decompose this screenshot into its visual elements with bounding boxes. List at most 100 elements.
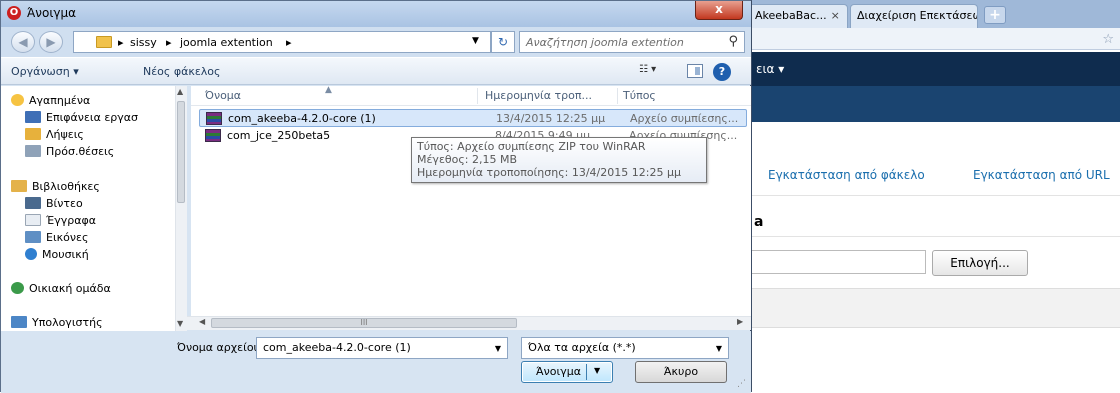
- scroll-left-icon[interactable]: ◀: [199, 317, 205, 326]
- browse-button[interactable]: Επιλογή...: [932, 250, 1028, 276]
- winrar-archive-icon: [206, 112, 222, 125]
- sidebar-item-desktop[interactable]: Επιφάνεια εργασ: [25, 111, 138, 127]
- breadcrumb-separator-icon[interactable]: ▸: [118, 36, 124, 49]
- sidebar-item-video[interactable]: Βίντεο: [25, 197, 83, 213]
- new-tab-button[interactable]: +: [984, 6, 1006, 24]
- file-tooltip: Τύπος: Αρχείο συμπίεσης ZIP του WinRAR Μ…: [411, 137, 707, 183]
- form-footer: [746, 288, 1120, 328]
- forward-button[interactable]: ▶: [39, 31, 63, 53]
- chevron-down-icon[interactable]: ▼: [495, 344, 501, 353]
- folder-icon: [96, 36, 112, 48]
- breadcrumb-separator-icon[interactable]: ▸: [286, 36, 292, 49]
- sidebar-item-label: Βιβλιοθήκες: [32, 180, 100, 193]
- column-divider[interactable]: [617, 88, 618, 104]
- breadcrumb-item[interactable]: joomla extention: [180, 36, 273, 49]
- section-heading: a: [754, 214, 764, 230]
- browser-address-bar[interactable]: [746, 28, 1120, 50]
- search-input[interactable]: Αναζήτηση joomla extention ⚲: [519, 31, 745, 53]
- new-folder-button[interactable]: Νέος φάκελος: [143, 65, 221, 78]
- sidebar-item-label: Μουσική: [42, 248, 89, 261]
- open-button[interactable]: Άνοιγμα ▼: [521, 361, 613, 383]
- sidebar-item-label: Λήψεις: [46, 128, 84, 141]
- pictures-icon: [25, 231, 41, 243]
- dialog-title: Άνοιγμα: [27, 6, 77, 20]
- browser-tab-extensions[interactable]: Διαχείριση Επεκτάσεω...×: [850, 4, 978, 28]
- filename-input[interactable]: com_akeeba-4.2.0-core (1) ▼: [256, 337, 508, 359]
- sidebar-item-homegroup[interactable]: Οικιακή ομάδα: [11, 282, 111, 298]
- back-button[interactable]: ◀: [11, 31, 35, 53]
- tab-install-from-url[interactable]: Εγκατάσταση από URL: [973, 168, 1110, 182]
- split-divider: [586, 364, 587, 380]
- scroll-right-icon[interactable]: ▶: [737, 317, 743, 326]
- sidebar-item-downloads[interactable]: Λήψεις: [25, 128, 84, 144]
- organize-button[interactable]: Οργάνωση ▾: [11, 65, 79, 78]
- sidebar-item-libraries[interactable]: Βιβλιοθήκες: [11, 180, 100, 196]
- upload-file-field[interactable]: [746, 250, 926, 274]
- breadcrumb-separator-icon[interactable]: ▸: [166, 36, 172, 49]
- libraries-icon: [11, 180, 27, 192]
- opera-icon: O: [7, 6, 21, 20]
- close-button[interactable]: x: [695, 1, 743, 20]
- sidebar-item-label: Αγαπημένα: [29, 94, 91, 107]
- resize-grip-icon[interactable]: ⋰: [737, 379, 746, 389]
- dialog-titlebar: O Άνοιγμα x: [1, 1, 751, 27]
- tab-close-icon[interactable]: ×: [831, 9, 840, 22]
- chevron-down-icon[interactable]: ▼: [716, 344, 722, 353]
- filename-value: com_akeeba-4.2.0-core (1): [263, 341, 411, 354]
- navigation-pane: Αγαπημένα Επιφάνεια εργασ Λήψεις Πρόσ.θέ…: [1, 86, 187, 332]
- tooltip-type: Τύπος: Αρχείο συμπίεσης ZIP του WinRAR: [417, 140, 646, 153]
- sidebar-item-label: Οικιακή ομάδα: [29, 282, 111, 295]
- sidebar-item-label: Βίντεο: [46, 197, 83, 210]
- column-header: Όνομα ▲ Ημερομηνία τροπ... Τύπος: [191, 85, 751, 106]
- toolbar-menu[interactable]: εια ▾: [756, 62, 784, 76]
- sidebar-item-label: Υπολογιστής: [32, 316, 103, 329]
- command-bar: Οργάνωση ▾ Νέος φάκελος ☷ ▾ ?: [1, 57, 751, 85]
- scroll-up-icon[interactable]: ▲: [177, 87, 183, 96]
- file-name: com_jce_250beta5: [227, 129, 331, 142]
- column-divider[interactable]: [477, 88, 478, 104]
- scroll-down-icon[interactable]: ▼: [177, 319, 183, 328]
- file-date: 13/4/2015 12:25 μμ: [496, 112, 606, 125]
- navigation-bar: ◀ ▶ ▸ sissy ▸ joomla extention ▸ ▼ ↻ Ανα…: [1, 27, 751, 57]
- tab-label: AkeebaBac...: [755, 9, 827, 22]
- documents-icon: [25, 214, 41, 226]
- tab-install-from-folder[interactable]: Εγκατάσταση από φάκελο: [768, 168, 925, 182]
- breadcrumb-item[interactable]: sissy: [130, 36, 157, 49]
- filetype-value: Όλα τα αρχεία (*.*): [528, 341, 636, 354]
- views-button[interactable]: ☷ ▾: [639, 64, 677, 80]
- column-date-modified[interactable]: Ημερομηνία τροπ...: [485, 89, 592, 102]
- search-icon[interactable]: ⚲: [728, 34, 738, 49]
- sidebar-item-computer[interactable]: Υπολογιστής: [11, 316, 103, 332]
- sidebar-item-label: Επιφάνεια εργασ: [46, 111, 139, 124]
- bookmark-star-icon[interactable]: ☆: [1102, 32, 1114, 47]
- sidebar-item-recent-places[interactable]: Πρόσ.θέσεις: [25, 145, 114, 161]
- sidebar-item-music[interactable]: Μουσική: [25, 248, 89, 264]
- file-row-selected[interactable]: com_akeeba-4.2.0-core (1) 13/4/2015 12:2…: [199, 109, 747, 127]
- nav-scrollbar-thumb[interactable]: [177, 101, 185, 203]
- open-button-label: Άνοιγμα: [536, 365, 581, 378]
- chevron-down-icon[interactable]: ▼: [472, 36, 479, 46]
- divider: [746, 236, 1120, 237]
- help-icon[interactable]: ?: [713, 63, 731, 81]
- sort-ascending-icon: ▲: [325, 85, 332, 95]
- chevron-down-icon[interactable]: ▼: [594, 366, 600, 375]
- sidebar-item-documents[interactable]: Έγγραφα: [25, 214, 96, 230]
- column-name[interactable]: Όνομα: [205, 89, 241, 102]
- horizontal-scrollbar-thumb[interactable]: III: [211, 318, 517, 328]
- tooltip-size: Μέγεθος: 2,15 MB: [417, 153, 518, 166]
- video-icon: [25, 197, 41, 209]
- breadcrumb[interactable]: ▸ sissy ▸ joomla extention ▸ ▼: [73, 31, 491, 53]
- winrar-archive-icon: [205, 129, 221, 142]
- desktop-icon: [25, 111, 41, 123]
- search-placeholder: Αναζήτηση joomla extention: [526, 36, 684, 49]
- refresh-button[interactable]: ↻: [491, 31, 515, 53]
- browser-tab-akeeba[interactable]: AkeebaBac... ×: [748, 4, 848, 28]
- filetype-select[interactable]: Όλα τα αρχεία (*.*) ▼: [521, 337, 729, 359]
- admin-header: [746, 86, 1120, 122]
- cancel-button[interactable]: Άκυρο: [635, 361, 727, 383]
- sidebar-item-pictures[interactable]: Εικόνες: [25, 231, 88, 247]
- sidebar-item-favorites[interactable]: Αγαπημένα: [11, 94, 90, 110]
- column-type[interactable]: Τύπος: [623, 89, 656, 102]
- preview-pane-icon[interactable]: [687, 64, 703, 78]
- computer-icon: [11, 316, 27, 328]
